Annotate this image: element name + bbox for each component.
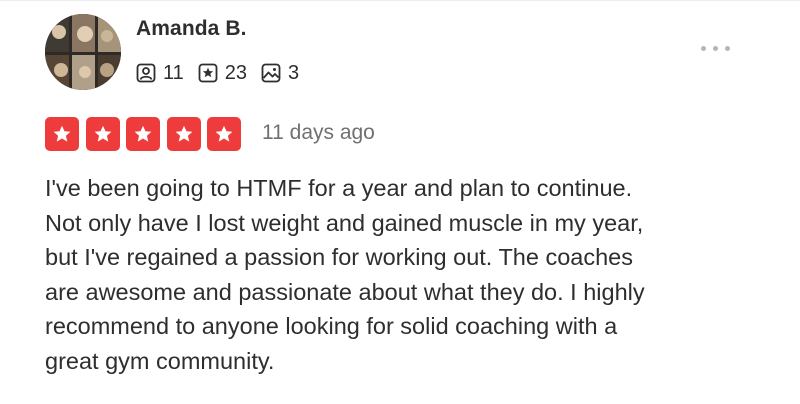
review-date: 11 days ago [262,121,375,144]
star-3 [126,117,160,151]
photos-count: 3 [288,61,300,84]
stat-photos: 3 [261,62,299,85]
user-name[interactable]: Amanda B. [136,17,247,41]
more-options-icon [700,45,706,51]
user-photo-icon [45,14,121,90]
stat-friends: 11 [136,62,184,85]
friends-icon [136,63,156,83]
star-4 [166,117,201,151]
star-1 [45,117,79,151]
review-card: Amanda B. 11 23 3 11 days ago I've been … [0,0,800,404]
friends-count: 11 [163,61,184,84]
star-badge-icon [198,63,218,83]
review-text: I've been going to HTMF for a year and p… [45,175,645,374]
star-2 [85,117,120,151]
more-options-icon-dot [712,45,718,51]
divider [0,0,800,1]
star-icon [94,125,111,142]
star-icon [53,125,71,142]
avatar[interactable] [45,14,121,90]
stat-reviews: 23 [198,62,247,85]
star-5 [207,117,241,151]
star-icon [134,125,152,142]
star-rating [45,117,241,151]
more-options-button[interactable] [688,38,742,58]
reviews-count: 23 [224,61,248,84]
photo-icon [261,63,281,83]
more-options-icon-dot [724,45,730,51]
star-icon [215,125,233,142]
user-stats: 11 23 3 [136,60,313,86]
star-icon [175,125,192,142]
